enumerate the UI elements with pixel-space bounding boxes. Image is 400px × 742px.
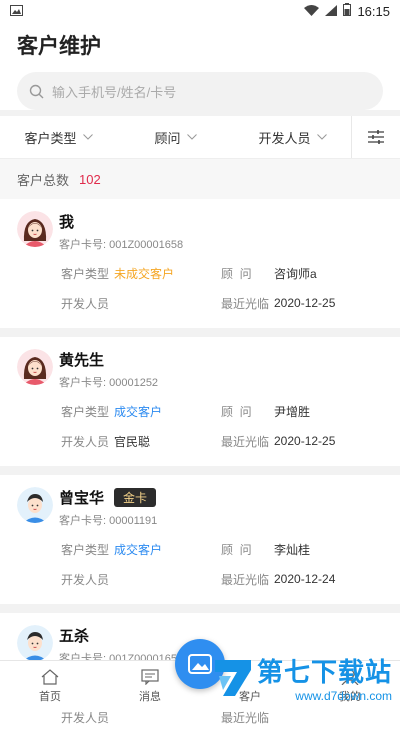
customer-card-number: 客户卡号: 00001252 [59,377,159,389]
type-label: 客户类型 [61,266,110,281]
status-bar: 16:15 [0,0,400,22]
type-label: 客户类型 [61,404,110,419]
summary-count: 102 [79,171,101,187]
developer-label: 开发人员 [61,296,110,311]
watermark-title: 第七下载站 [256,657,392,687]
advisor-value: 咨询师a [274,266,317,281]
customer-type: 成交客户 [114,542,163,557]
watermark: 第七下载站 www.d7down.com [211,652,392,703]
last-visit-label: 最近光临 [221,572,270,587]
customer-name: 黄先生 [59,352,105,369]
customer-name: 五杀 [59,628,90,645]
summary-label: 客户总数 [17,172,70,188]
chevron-down-icon [82,134,93,140]
advisor-value: 李灿桂 [274,542,311,557]
developer-label: 开发人员 [61,710,110,725]
search-icon [29,84,44,98]
chevron-down-icon [186,134,197,140]
filter-customer-type[interactable]: 客户类型 [0,128,117,147]
last-visit-value: 2020-12-25 [274,434,336,448]
filter-developer[interactable]: 开发人员 [234,128,351,147]
d7-logo-icon [214,659,251,696]
page-title: 客户维护 [17,35,101,58]
sliders-icon [368,130,384,144]
search-placeholder: 输入手机号/姓名/卡号 [52,84,177,100]
last-visit-label: 最近光临 [221,710,270,725]
last-visit-value: 2020-12-24 [274,572,336,586]
customer-summary: 客户总数 102 [0,159,400,199]
signal-icon [325,4,338,19]
wifi-icon [304,4,320,19]
customer-card[interactable]: 黄先生客户卡号: 00001252 客户类型 成交客户 顾 问 尹增胜开发人员 官民聪 最近… [0,337,400,466]
avatar [17,625,53,661]
filter-advisor[interactable]: 顾问 [117,128,234,147]
customer-card-number: 客户卡号: 001Z00001658 [59,239,184,251]
developer-label: 开发人员 [61,434,110,449]
avatar [17,349,53,385]
developer-value: 官民聪 [114,434,151,449]
filter-bar: 客户类型 顾问 开发人员 [0,116,400,159]
advisor-label: 顾 问 [221,404,252,419]
avatar [17,211,53,247]
message-icon [141,668,159,685]
customer-type: 未成交客户 [114,266,175,281]
last-visit-label: 最近光临 [221,296,270,311]
member-badge: 金卡 [114,488,157,507]
watermark-url: www.d7down.com [295,689,392,703]
type-label: 客户类型 [61,542,110,557]
image-icon [188,654,212,674]
customer-card-number: 客户卡号: 00001191 [59,515,158,527]
home-icon [41,668,59,685]
customer-name: 我 [59,214,75,231]
gallery-icon [10,4,23,19]
customer-type: 成交客户 [114,404,163,419]
advisor-label: 顾 问 [221,542,252,557]
battery-icon [343,3,352,19]
last-visit-value: 2020-12-25 [274,296,336,310]
last-visit-label: 最近光临 [221,434,270,449]
customer-card[interactable]: 我客户卡号: 001Z00001658 客户类型 未成交客户 顾 问 咨询师a 开发人员 最… [0,199,400,328]
status-time: 16:15 [357,3,390,19]
customer-name: 曾宝华 [59,490,105,507]
avatar [17,487,53,523]
search-input[interactable]: 输入手机号/姓名/卡号 [17,72,383,110]
chevron-down-icon [316,134,327,140]
customer-card[interactable]: 曾宝华 金卡客户卡号: 00001191 客户类型 成交客户 顾 问 李灿桂开发人员 最近光… [0,475,400,604]
advisor-label: 顾 问 [221,266,252,281]
filter-settings-button[interactable] [351,116,400,158]
tab-home[interactable]: 首页 [0,661,100,711]
developer-label: 开发人员 [61,572,110,587]
advisor-value: 尹增胜 [274,404,311,419]
